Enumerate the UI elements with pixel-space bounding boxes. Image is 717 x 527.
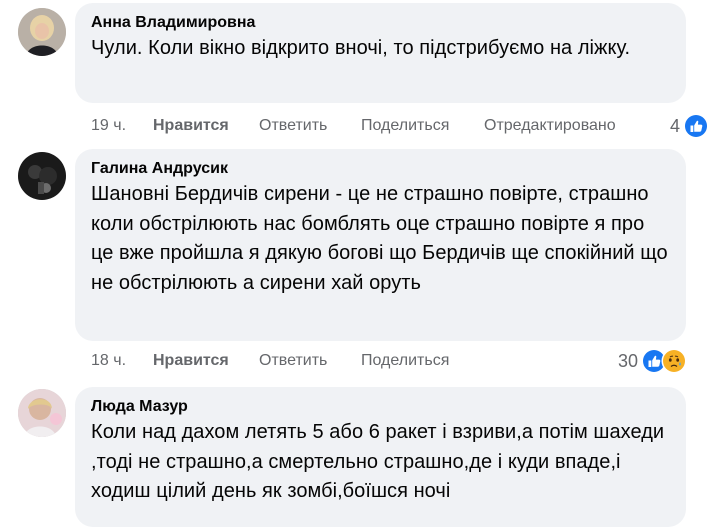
avatar-photo	[18, 389, 66, 437]
comment-author[interactable]: Люда Мазур	[91, 387, 670, 417]
comment-text: Коли над дахом летять 5 або 6 ракет і вз…	[91, 421, 665, 502]
comment-bubble: Галина Андрусик Шановні Бердичів сирени …	[75, 149, 686, 341]
comment-text: Чули. Коли вікно відкрито вночі, то підс…	[91, 37, 631, 59]
like-reaction-icon	[683, 113, 709, 139]
comment-time[interactable]: 18 ч.	[91, 349, 126, 373]
sad-reaction-icon	[661, 348, 687, 374]
like-button[interactable]: Нравится	[153, 114, 229, 138]
comment-author[interactable]: Галина Андрусик	[91, 149, 670, 179]
reaction-summary[interactable]: 4	[670, 112, 709, 140]
comment-author[interactable]: Анна Владимировна	[91, 3, 670, 33]
avatar[interactable]	[18, 389, 66, 437]
edited-label[interactable]: Отредактировано	[484, 114, 616, 138]
like-button[interactable]: Нравится	[153, 349, 229, 373]
avatar-photo	[18, 152, 66, 200]
comment-text: Шановні Бердичів сирени - це не страшно …	[91, 183, 668, 294]
comment-actions: 19 ч. Нравится Ответить Поделиться Отред…	[91, 114, 711, 138]
avatar[interactable]	[18, 152, 66, 200]
comment-bubble: Анна Владимировна Чули. Коли вікно відкр…	[75, 3, 686, 103]
reaction-count: 4	[669, 115, 680, 136]
avatar[interactable]	[18, 8, 66, 56]
comment-actions: 18 ч. Нравится Ответить Поделиться	[91, 349, 511, 373]
reply-button[interactable]: Ответить	[259, 349, 327, 373]
reaction-summary[interactable]: 30	[618, 347, 687, 375]
reply-button[interactable]: Ответить	[259, 114, 327, 138]
share-button[interactable]: Поделиться	[361, 114, 449, 138]
reaction-count: 30	[617, 350, 638, 371]
comment-bubble: Люда Мазур Коли над дахом летять 5 або 6…	[75, 387, 686, 527]
share-button[interactable]: Поделиться	[361, 349, 449, 373]
avatar-photo	[18, 8, 66, 56]
comment-time[interactable]: 19 ч.	[91, 114, 126, 138]
